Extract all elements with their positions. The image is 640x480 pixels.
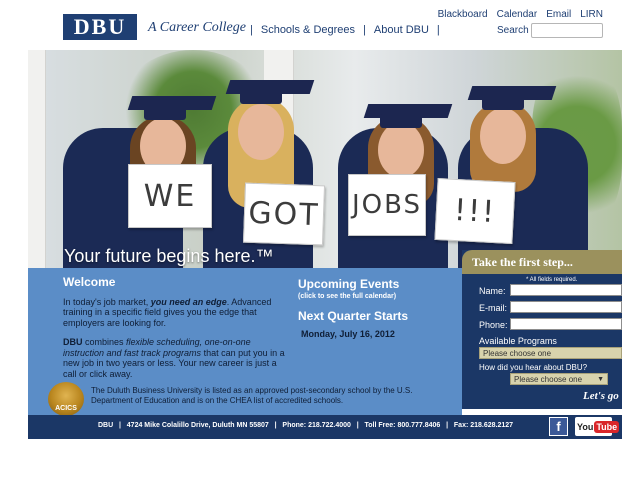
name-field[interactable]	[510, 284, 622, 296]
nav-separator: |	[250, 24, 253, 36]
sign-exclamation: !!!	[434, 178, 516, 244]
calendar-link[interactable]: (click to see the full calendar)	[298, 293, 458, 300]
footer-bar: DBU | 4724 Mike Colalillo Drive, Duluth …	[28, 415, 622, 439]
main-nav: | Schools & Degrees | About DBU |	[242, 24, 448, 36]
phone-label: Phone:	[479, 320, 508, 330]
nav-about-dbu[interactable]: About DBU	[374, 24, 429, 36]
welcome-dbu: DBU	[63, 337, 83, 347]
accreditation-text: The Duluth Business University is listed…	[91, 386, 413, 405]
welcome-paragraph-2: DBU combines flexible scheduling, one-on…	[63, 337, 285, 379]
hear-about-select[interactable]: Please choose one ▼	[510, 373, 608, 385]
graduate-face	[238, 104, 284, 160]
util-link-email[interactable]: Email	[546, 9, 571, 20]
hero-banner: WE GOT JOBS !!! Your future begins here.…	[28, 50, 622, 268]
youtube-icon[interactable]: You Tube	[575, 417, 620, 436]
welcome-title: Welcome	[63, 275, 116, 289]
chevron-down-icon: ▼	[597, 376, 604, 383]
graduate-face	[378, 122, 424, 178]
graduation-cap-base	[240, 90, 282, 104]
programs-select-value: Please choose one	[483, 349, 552, 358]
search-input[interactable]	[531, 23, 603, 38]
nav-separator: |	[436, 24, 440, 36]
info-panel: Welcome In today's job market, you need …	[28, 268, 462, 383]
programs-select[interactable]: Please choose one	[479, 347, 622, 359]
footer-contact: DBU | 4724 Mike Colalillo Drive, Duluth …	[98, 422, 514, 429]
nav-schools-degrees[interactable]: Schools & Degrees	[261, 24, 355, 36]
hear-about-label: How did you hear about DBU?	[479, 363, 588, 372]
programs-label: Available Programs	[479, 336, 557, 346]
utility-nav: Blackboard Calendar Email LIRN	[438, 9, 603, 20]
dbu-logo[interactable]: DBU	[63, 14, 137, 40]
graduate-photo	[328, 68, 453, 268]
graduation-cap-base	[482, 96, 524, 110]
acics-seal-icon[interactable]: ACICS	[48, 382, 84, 416]
welcome-text: In today's job market,	[63, 296, 151, 307]
form-title: Take the first step...	[472, 255, 573, 269]
email-field[interactable]	[510, 301, 622, 313]
search-label: Search	[497, 25, 529, 36]
college-tagline: A Career College	[148, 20, 246, 35]
sign-we: WE	[128, 164, 212, 228]
welcome-paragraph-1: In today's job market, you need an edge.…	[63, 297, 285, 329]
graduation-cap-base	[380, 114, 422, 128]
name-label: Name:	[479, 286, 506, 296]
sign-jobs: JOBS	[348, 174, 426, 236]
upcoming-events-link[interactable]: Upcoming Events	[298, 277, 458, 291]
youtube-tube: Tube	[594, 420, 620, 433]
hear-about-select-value: Please choose one	[514, 375, 583, 384]
required-note: * All fields required.	[526, 277, 578, 283]
util-link-calendar[interactable]: Calendar	[497, 9, 538, 20]
hero-tagline: Your future begins here.™	[64, 246, 274, 266]
util-link-lirn[interactable]: LIRN	[580, 9, 603, 20]
sign-got: GOT	[242, 182, 326, 246]
accreditation-strip: ACICS The Duluth Business University is …	[28, 382, 462, 416]
nav-separator: |	[363, 24, 366, 36]
next-quarter-date: Monday, July 16, 2012	[301, 329, 395, 339]
email-label: E-mail:	[479, 303, 508, 313]
welcome-emphasis: you need an edge	[150, 296, 227, 307]
porch-pillar	[28, 50, 46, 268]
graduate-face	[480, 108, 526, 164]
facebook-icon[interactable]: f	[549, 417, 568, 436]
events-section: Upcoming Events (click to see the full c…	[298, 277, 458, 339]
welcome-section: Welcome In today's job market, you need …	[63, 275, 285, 379]
util-link-blackboard[interactable]: Blackboard	[438, 9, 488, 20]
phone-field[interactable]	[510, 318, 622, 330]
welcome-text: combines	[82, 337, 127, 347]
graduation-cap-base	[144, 106, 186, 120]
next-quarter-title: Next Quarter Starts	[298, 309, 409, 323]
youtube-text: You	[577, 421, 594, 432]
submit-button[interactable]: Let's go	[583, 390, 619, 402]
